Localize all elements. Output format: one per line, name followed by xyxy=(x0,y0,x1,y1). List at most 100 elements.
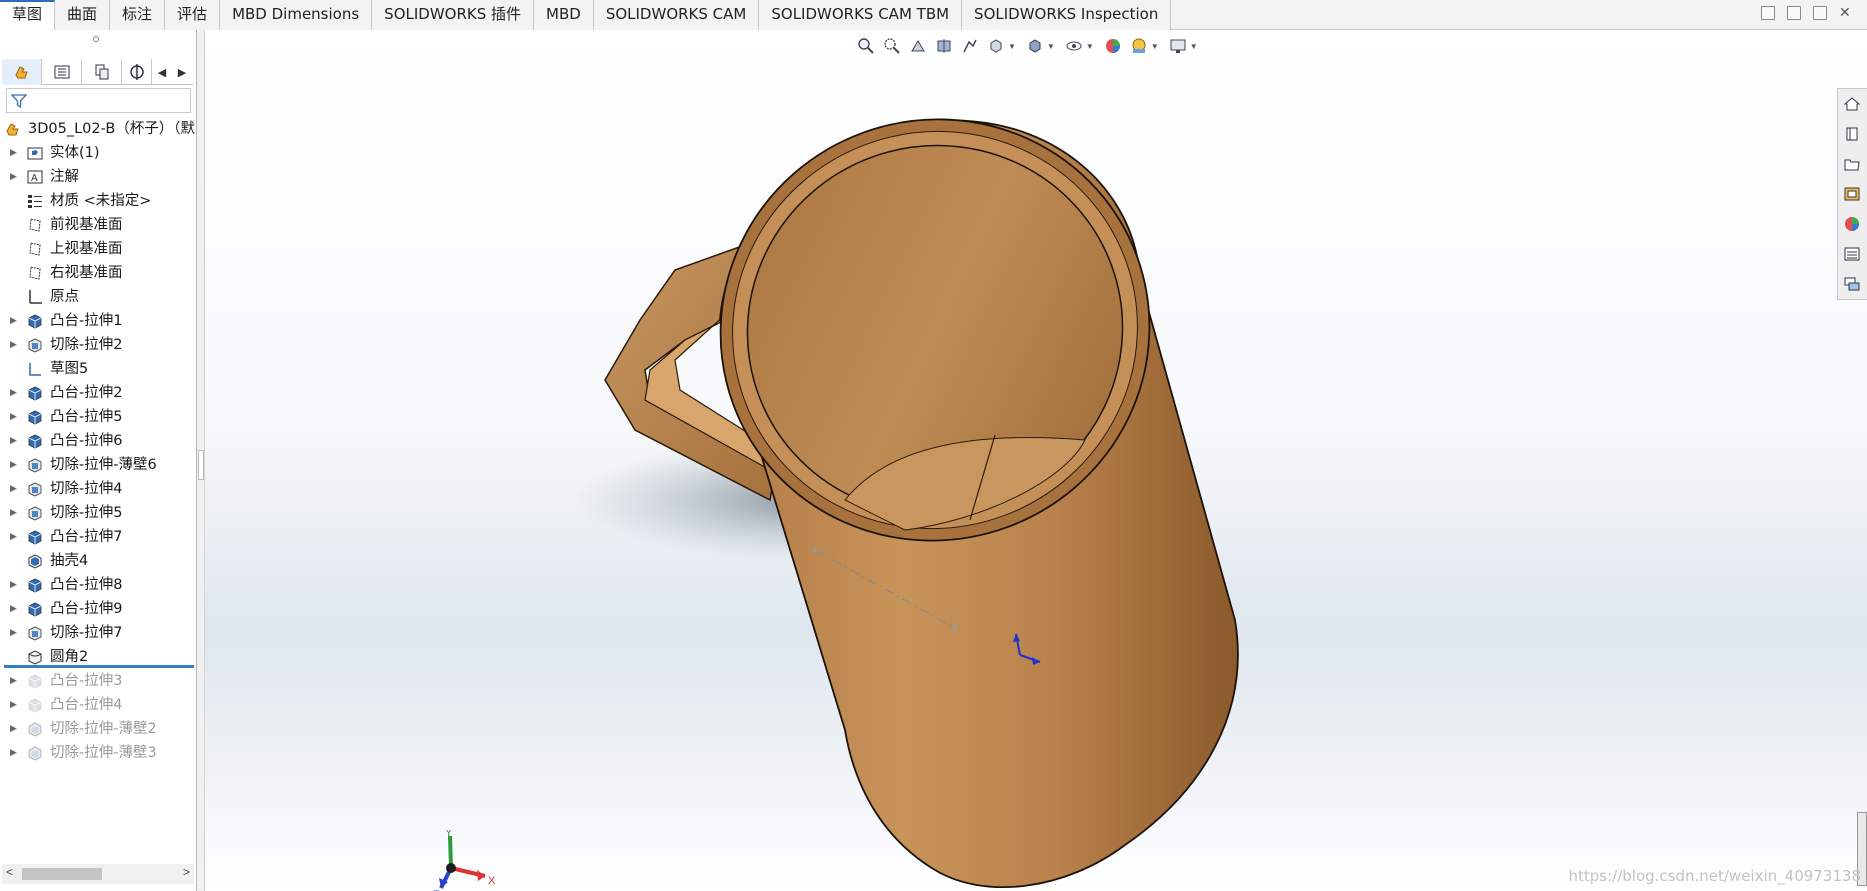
panel-collapse-handle[interactable] xyxy=(93,36,99,42)
command-tab[interactable]: MBD Dimensions xyxy=(220,0,373,30)
tree-item[interactable]: ▶ 凸台-拉伸8 xyxy=(0,573,197,597)
dimxpertmanager-tab[interactable] xyxy=(122,59,152,85)
tree-item[interactable]: ▶ 切除-拉伸-薄壁6 xyxy=(0,453,197,477)
edit-appearance-icon[interactable] xyxy=(1102,35,1124,57)
zoom-to-fit-icon[interactable] xyxy=(855,35,877,57)
restore-window-icon[interactable] xyxy=(1813,6,1827,20)
command-tab[interactable]: SOLIDWORKS Inspection xyxy=(962,0,1172,30)
rollback-bar[interactable] xyxy=(4,665,194,668)
graphics-area[interactable]: ▼ ▼ ▼ ▼ ▼ X Y Z https://blog.csdn.net/we… xyxy=(205,30,1867,891)
expand-arrow-icon[interactable]: ▶ xyxy=(10,453,20,477)
scroll-left-icon[interactable]: < xyxy=(6,865,13,879)
zoom-to-area-icon[interactable] xyxy=(881,35,903,57)
expand-arrow-icon[interactable]: ▶ xyxy=(10,669,20,693)
expand-arrow-icon[interactable]: ▶ xyxy=(10,501,20,525)
display-style-icon[interactable] xyxy=(1024,35,1046,57)
command-tab[interactable]: SOLIDWORKS CAM TBM xyxy=(759,0,963,30)
chevron-down-icon[interactable]: ▼ xyxy=(1008,42,1016,51)
view-settings-icon[interactable] xyxy=(1167,35,1189,57)
tree-item[interactable]: ▶ 切除-拉伸-薄壁2 xyxy=(0,717,197,741)
tree-item[interactable]: ▶ 凸台-拉伸2 xyxy=(0,381,197,405)
command-tab[interactable]: MBD xyxy=(534,0,594,30)
command-tab[interactable]: SOLIDWORKS 插件 xyxy=(372,0,535,30)
chevron-down-icon[interactable]: ▼ xyxy=(1190,42,1198,51)
scrollbar-thumb[interactable] xyxy=(22,868,102,880)
tree-item[interactable]: ▶ 切除-拉伸4 xyxy=(0,477,197,501)
expand-arrow-icon[interactable]: ▶ xyxy=(10,405,20,429)
command-tab[interactable]: 标注 xyxy=(110,0,166,30)
tree-item[interactable]: ▶ A 注解 xyxy=(0,165,197,189)
tree-item[interactable]: 上视基准面 xyxy=(0,237,197,261)
previous-view-icon[interactable] xyxy=(907,35,929,57)
tree-item[interactable]: 草图5 xyxy=(0,357,197,381)
tree-item[interactable]: ▶ 切除-拉伸7 xyxy=(0,621,197,645)
tree-item[interactable]: ▶ 切除-拉伸-薄壁3 xyxy=(0,741,197,765)
tab-scroll-right-icon[interactable]: ▶ xyxy=(172,59,192,85)
tree-item[interactable]: 右视基准面 xyxy=(0,261,197,285)
expand-arrow-icon[interactable]: ▶ xyxy=(10,309,20,333)
panel-splitter[interactable] xyxy=(197,30,205,891)
expand-arrow-icon[interactable]: ▶ xyxy=(10,597,20,621)
model-view[interactable] xyxy=(205,30,1867,891)
tree-item[interactable]: ▶ 凸台-拉伸9 xyxy=(0,597,197,621)
tree-item[interactable]: 抽壳4 xyxy=(0,549,197,573)
hide-show-items-icon[interactable] xyxy=(1063,35,1085,57)
expand-arrow-icon[interactable]: ▶ xyxy=(10,621,20,645)
apply-scene-icon[interactable] xyxy=(1128,35,1150,57)
sketch-point[interactable] xyxy=(812,547,818,553)
tree-item[interactable]: ▶ 切除-拉伸2 xyxy=(0,333,197,357)
tree-item[interactable]: ▶ 凸台-拉伸4 xyxy=(0,693,197,717)
tree-item[interactable]: ▶ 凸台-拉伸7 xyxy=(0,525,197,549)
expand-arrow-icon[interactable]: ▶ xyxy=(10,333,20,357)
expand-arrow-icon[interactable]: ▶ xyxy=(10,381,20,405)
configurationmanager-tab[interactable] xyxy=(82,59,122,85)
tile-left-icon[interactable] xyxy=(1761,6,1775,20)
tree-item[interactable]: ▶ 凸台-拉伸6 xyxy=(0,429,197,453)
expand-arrow-icon[interactable]: ▶ xyxy=(10,573,20,597)
command-tab[interactable]: 草图 xyxy=(0,0,56,30)
expand-arrow-icon[interactable]: ▶ xyxy=(10,741,20,765)
tree-item[interactable]: ▶ 凸台-拉伸1 xyxy=(0,309,197,333)
tree-item[interactable]: ▶ 实体(1) xyxy=(0,141,197,165)
custom-properties-icon[interactable] xyxy=(1838,239,1866,269)
view-orientation-icon[interactable] xyxy=(985,35,1007,57)
tile-right-icon[interactable] xyxy=(1787,6,1801,20)
expand-arrow-icon[interactable]: ▶ xyxy=(10,693,20,717)
command-tab[interactable]: 评估 xyxy=(165,0,221,30)
solidworks-resources-icon[interactable] xyxy=(1838,89,1866,119)
chevron-down-icon[interactable]: ▼ xyxy=(1086,42,1094,51)
sketch-point[interactable] xyxy=(952,625,958,631)
dynamic-annotation-icon[interactable] xyxy=(959,35,981,57)
chevron-down-icon[interactable]: ▼ xyxy=(1047,42,1055,51)
expand-arrow-icon[interactable]: ▶ xyxy=(10,525,20,549)
forum-icon[interactable] xyxy=(1838,269,1866,299)
expand-arrow-icon[interactable]: ▶ xyxy=(10,477,20,501)
section-view-icon[interactable] xyxy=(933,35,955,57)
featuremanager-tab[interactable] xyxy=(2,59,42,85)
tree-item[interactable]: ▶ 凸台-拉伸5 xyxy=(0,405,197,429)
design-library-icon[interactable] xyxy=(1838,119,1866,149)
tree-item[interactable]: 材质 <未指定> xyxy=(0,189,197,213)
expand-arrow-icon[interactable]: ▶ xyxy=(10,717,20,741)
command-tab[interactable]: 曲面 xyxy=(55,0,111,30)
chevron-down-icon[interactable]: ▼ xyxy=(1151,42,1159,51)
tree-root-part[interactable]: 3D05_L02-B（杯子）（默 xyxy=(0,117,197,141)
splitter-grip[interactable] xyxy=(198,450,204,480)
command-tab[interactable]: SOLIDWORKS CAM xyxy=(593,0,760,30)
view-palette-icon[interactable] xyxy=(1838,179,1866,209)
tree-item[interactable]: 前视基准面 xyxy=(0,213,197,237)
tree-item[interactable]: ▶ 切除-拉伸5 xyxy=(0,501,197,525)
tab-scroll-left-icon[interactable]: ◀ xyxy=(152,59,172,85)
scroll-right-icon[interactable]: > xyxy=(183,865,190,879)
propertymanager-tab[interactable] xyxy=(42,59,82,85)
tree-item[interactable]: ▶ 凸台-拉伸3 xyxy=(0,669,197,693)
tree-item[interactable]: 原点 xyxy=(0,285,197,309)
appearances-scenes-icon[interactable] xyxy=(1838,209,1866,239)
file-explorer-icon[interactable] xyxy=(1838,149,1866,179)
tree-filter-input[interactable] xyxy=(6,88,191,113)
expand-arrow-icon[interactable]: ▶ xyxy=(10,165,20,189)
panel-horizontal-scrollbar[interactable]: < > xyxy=(2,864,194,884)
expand-arrow-icon[interactable]: ▶ xyxy=(10,141,20,165)
expand-arrow-icon[interactable]: ▶ xyxy=(10,429,20,453)
close-window-icon[interactable]: ✕ xyxy=(1839,5,1853,20)
